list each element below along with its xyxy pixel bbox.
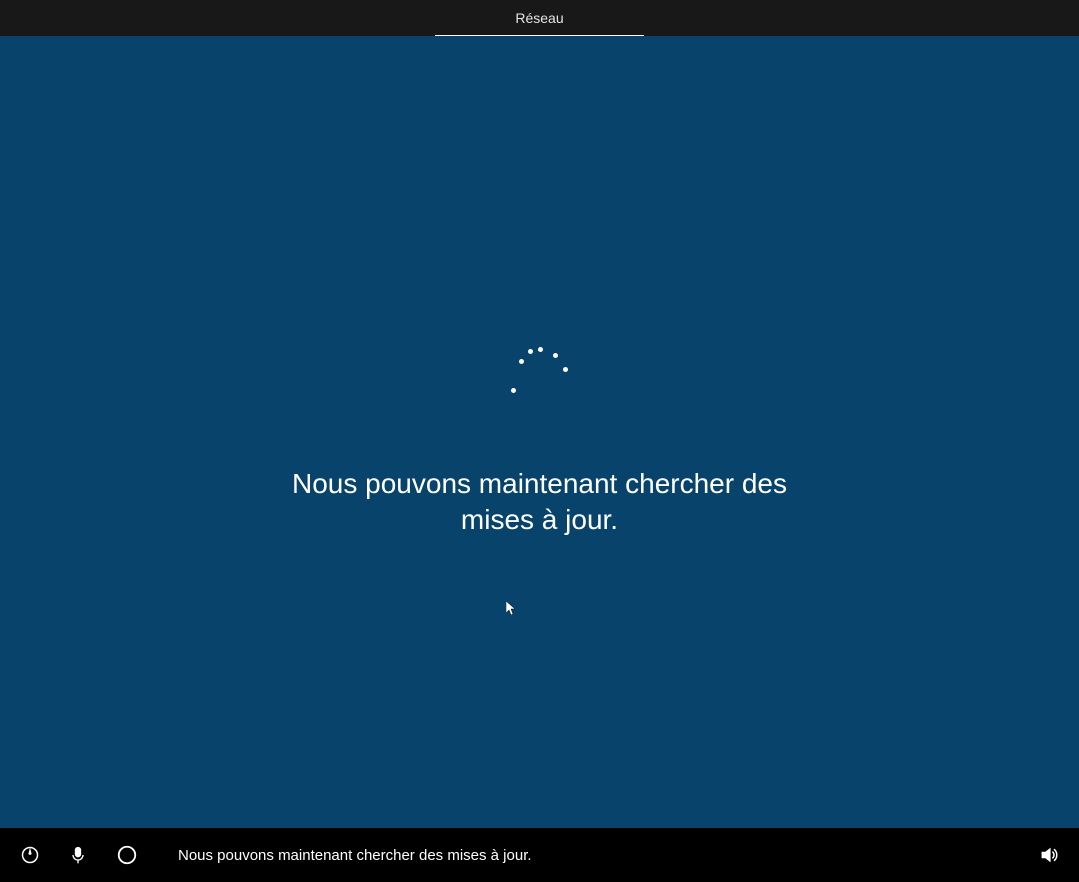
main-content: Nous pouvons maintenant chercher des mis… (0, 36, 1079, 828)
cortana-caption: Nous pouvons maintenant chercher des mis… (178, 847, 1039, 864)
tab-network[interactable]: Réseau (435, 1, 643, 37)
cortana-bar: Nous pouvons maintenant chercher des mis… (0, 828, 1079, 882)
microphone-icon[interactable] (68, 845, 88, 865)
mouse-cursor-icon (506, 601, 518, 617)
cortana-icon[interactable] (116, 844, 138, 866)
ease-of-access-icon[interactable] (20, 845, 40, 865)
loading-spinner-icon (505, 341, 575, 411)
setup-header: Réseau (0, 0, 1079, 36)
status-message: Nous pouvons maintenant chercher des mis… (280, 466, 800, 539)
tab-label: Réseau (515, 10, 563, 26)
volume-icon[interactable] (1039, 845, 1059, 865)
